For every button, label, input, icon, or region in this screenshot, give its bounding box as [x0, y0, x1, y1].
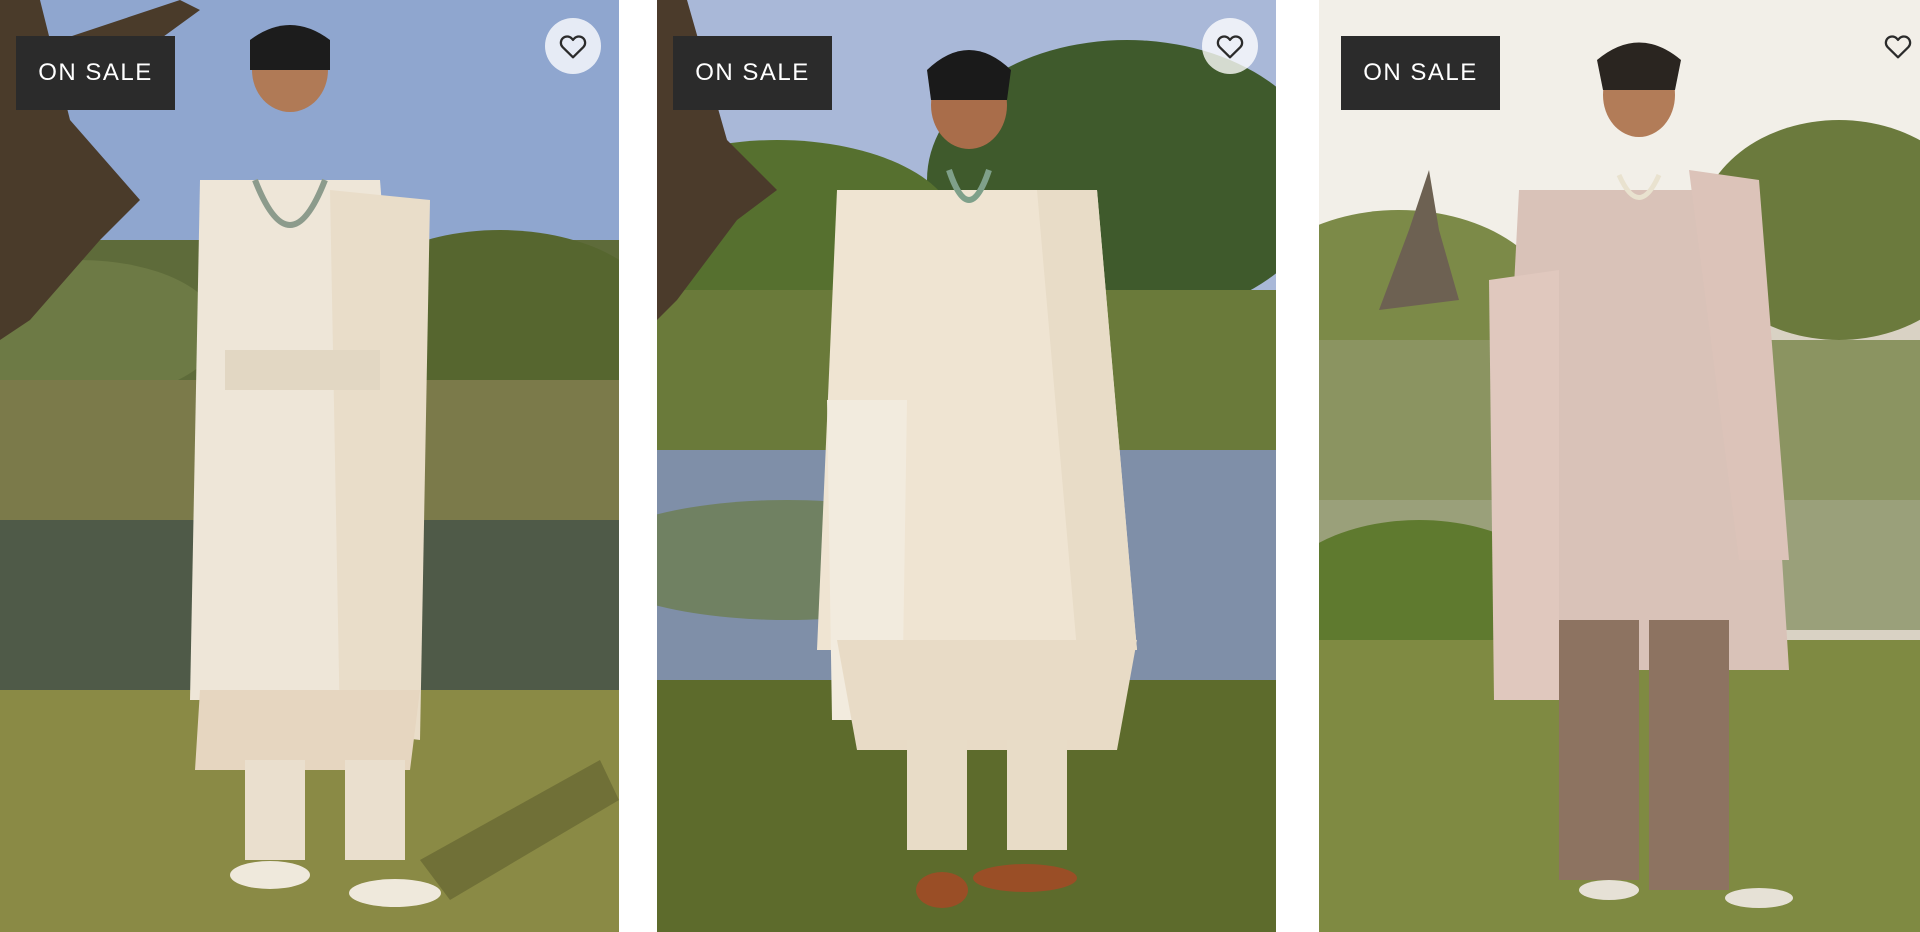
product-card[interactable]: ON SALE	[1319, 0, 1920, 932]
product-image[interactable]	[1319, 0, 1920, 932]
heart-outline-icon	[1216, 35, 1244, 59]
wishlist-button[interactable]	[1202, 18, 1258, 74]
sale-badge: ON SALE	[1341, 36, 1500, 110]
wishlist-button[interactable]	[1870, 18, 1920, 74]
heart-outline-icon	[559, 35, 587, 59]
product-image[interactable]	[0, 0, 619, 932]
wishlist-button[interactable]	[545, 18, 601, 74]
sale-badge: ON SALE	[673, 36, 832, 110]
sale-badge: ON SALE	[16, 36, 175, 110]
product-grid: ON SALE ON SALE ON SALE	[0, 0, 1920, 932]
product-card[interactable]: ON SALE	[0, 0, 619, 932]
product-image[interactable]	[657, 0, 1276, 932]
heart-outline-icon	[1884, 35, 1912, 59]
product-card[interactable]: ON SALE	[657, 0, 1276, 932]
